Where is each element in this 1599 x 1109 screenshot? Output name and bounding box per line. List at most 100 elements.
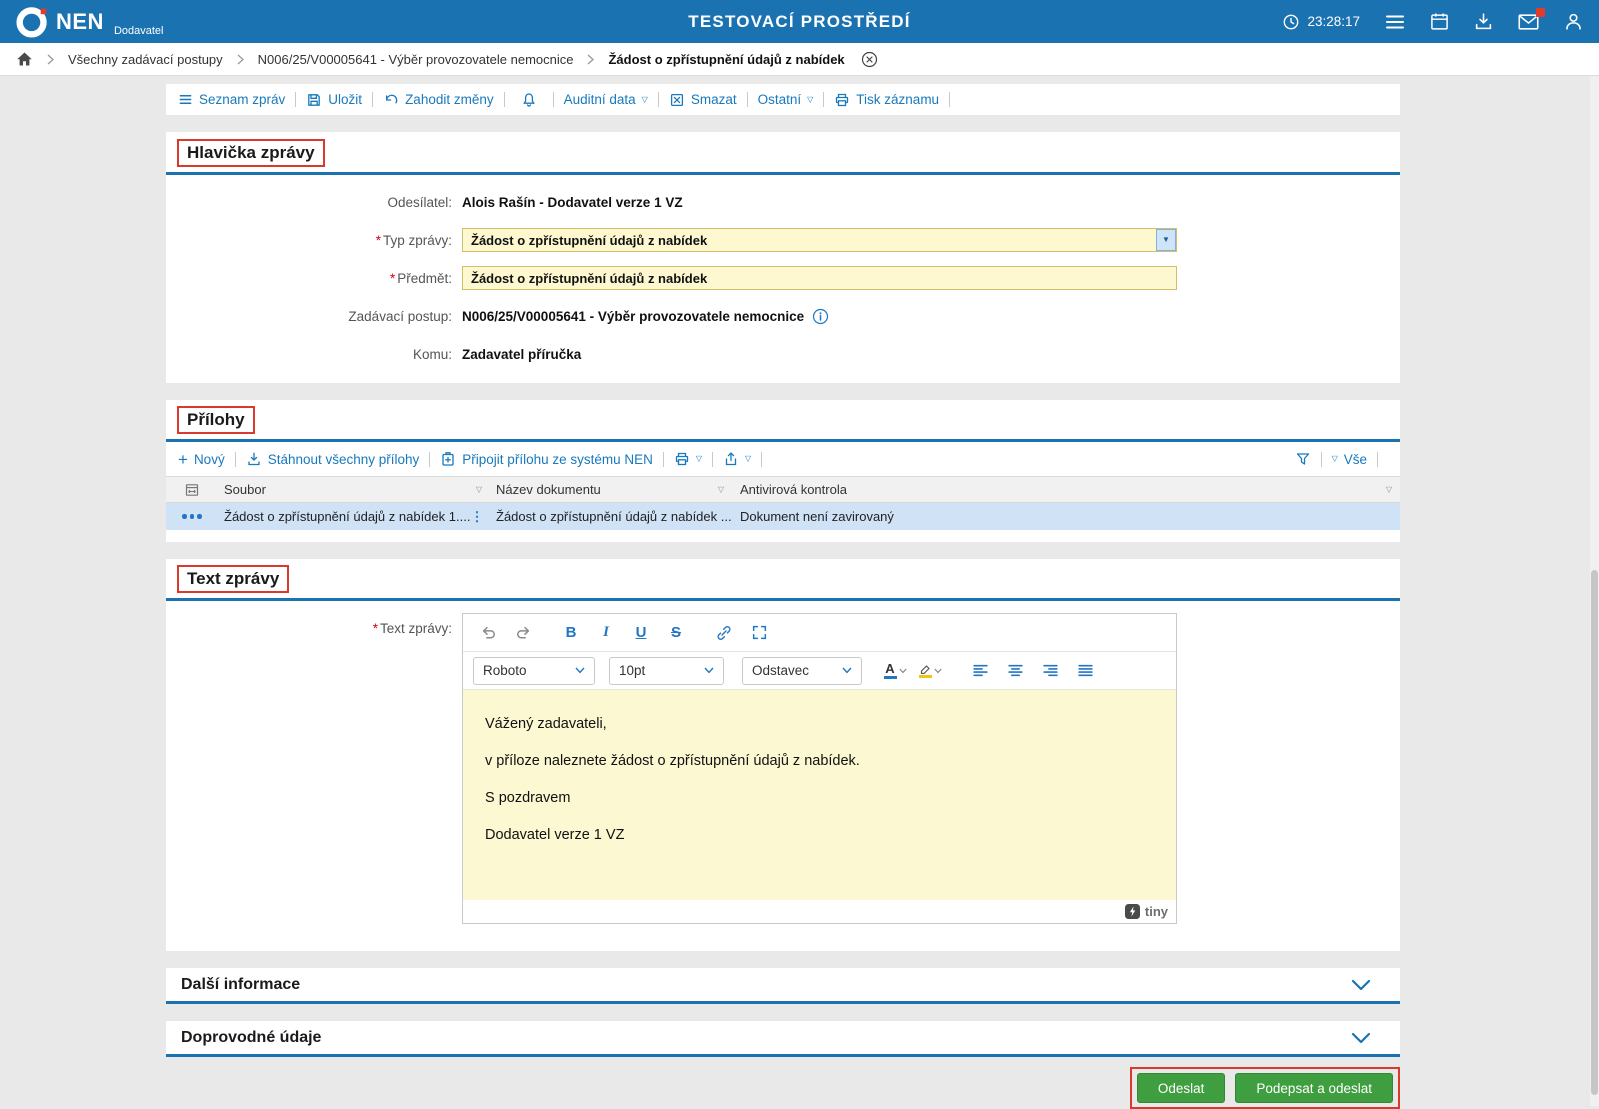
column-header-document-name[interactable]: Název dokumentu ▽	[488, 482, 732, 497]
sign-and-send-button[interactable]: Podepsat a odeslat	[1235, 1073, 1393, 1103]
message-type-select[interactable]: Žádost o zpřístupnění údajů z nabídek ▼	[462, 228, 1177, 252]
align-justify-icon	[1077, 664, 1093, 677]
redo-button[interactable]	[508, 619, 538, 647]
column-chooser-icon	[185, 483, 199, 496]
nen-logo[interactable]: NEN Dodavatel	[16, 5, 164, 38]
section-attachments: Přílohy + Nový Stáhnout všechny přílohy	[166, 400, 1400, 542]
breadcrumb-item-procedure[interactable]: N006/25/V00005641 - Výběr provozovatele …	[258, 52, 574, 67]
breadcrumb-item-all-procedures[interactable]: Všechny zadávací postupy	[68, 52, 223, 67]
print-record-button[interactable]: Tisk záznamu	[834, 92, 939, 108]
discard-changes-button[interactable]: Zahodit změny	[383, 92, 494, 108]
attach-from-system-button[interactable]: Připojit přílohu ze systému NEN	[440, 451, 653, 467]
section-title: Další informace	[181, 975, 301, 993]
annotation-box: Hlavička zprávy	[177, 139, 325, 167]
column-filter-icon[interactable]: ▽	[1386, 485, 1392, 494]
scrollbar-thumb[interactable]	[1591, 570, 1598, 1095]
print-attachments-button[interactable]: ▽	[674, 451, 702, 467]
column-filter-icon[interactable]: ▽	[718, 485, 724, 494]
underline-button[interactable]: U	[626, 619, 656, 647]
download-all-attachments-button[interactable]: Stáhnout všechny přílohy	[246, 451, 419, 467]
procedure-info-button[interactable]	[812, 308, 829, 325]
other-actions-button[interactable]: Ostatní ▽	[758, 92, 814, 107]
expand-chevron-icon[interactable]	[1351, 979, 1371, 991]
strikethrough-button[interactable]: S	[661, 619, 691, 647]
font-family-select[interactable]: Roboto	[473, 656, 595, 685]
column-filter-icon[interactable]: ▽	[476, 485, 482, 494]
audit-data-button[interactable]: Auditní data ▽	[564, 92, 648, 107]
form-row-procedure: Zadávací postup: N006/25/V00005641 - Výb…	[166, 304, 1400, 328]
delete-button[interactable]: Smazat	[669, 92, 737, 108]
new-attachment-button[interactable]: + Nový	[178, 451, 225, 468]
delete-record-icon	[670, 93, 683, 106]
align-justify-button[interactable]	[1070, 657, 1100, 685]
message-list-button[interactable]: Seznam zpráv	[178, 92, 285, 107]
font-color-button[interactable]: A	[880, 657, 910, 685]
message-paragraph: Dodavatel verze 1 VZ	[485, 827, 625, 843]
form-row-message-type: * Typ zprávy: Žádost o zpřístupnění údajů…	[166, 228, 1400, 252]
printer-icon	[675, 452, 689, 466]
sender-label: Odesílatel:	[387, 194, 452, 210]
form-row-subject: * Předmět: Žádost o zpřístupnění údajů z …	[166, 266, 1400, 290]
breadcrumb-separator	[47, 54, 54, 65]
select-arrow-button[interactable]: ▼	[1156, 229, 1176, 251]
home-button[interactable]	[16, 51, 33, 67]
expand-chevron-icon[interactable]	[1351, 1032, 1371, 1044]
breadcrumb-separator	[587, 54, 595, 65]
filter-preset-select[interactable]: ▽ Vše	[1332, 452, 1367, 467]
main-menu-button[interactable]	[1385, 13, 1405, 31]
close-record-button[interactable]	[861, 51, 878, 68]
share-icon	[725, 452, 737, 466]
block-format-select[interactable]: Odstavec	[742, 656, 862, 685]
export-attachments-button[interactable]: ▽	[723, 451, 751, 467]
attachments-table-header: Soubor ▽ Název dokumentu ▽ Antivirová ko…	[166, 476, 1400, 503]
downloads-button[interactable]	[1474, 12, 1493, 31]
align-center-icon	[1007, 664, 1023, 677]
undo-button[interactable]	[473, 619, 503, 647]
chevron-down-icon	[933, 668, 942, 673]
message-paragraph: Vážený zadavateli,	[485, 716, 607, 732]
editor-content-area[interactable]: Vážený zadavateli, v příloze naleznete ž…	[463, 690, 1176, 900]
form-row-sender: Odesílatel: Alois Rašín - Dodavatel verz…	[166, 190, 1400, 214]
message-paragraph: v příloze naleznete žádost o zpřístupněn…	[485, 753, 860, 769]
align-right-button[interactable]	[1035, 657, 1065, 685]
section-more-information[interactable]: Další informace	[166, 968, 1400, 1004]
required-star: *	[389, 270, 396, 286]
session-clock: 23:28:17	[1282, 13, 1360, 31]
column-header-file[interactable]: Soubor ▽	[218, 482, 488, 497]
info-icon	[813, 308, 829, 324]
subject-input[interactable]: Žádost o zpřístupnění údajů z nabídek	[462, 266, 1177, 290]
user-profile-button[interactable]	[1564, 12, 1583, 31]
send-button[interactable]: Odeslat	[1136, 1073, 1226, 1103]
notifications-button[interactable]	[515, 92, 543, 108]
procedure-value: N006/25/V00005641 - Výběr provozovatele …	[462, 308, 805, 324]
row-menu-icon[interactable]: ⋮	[470, 510, 483, 523]
row-actions-button[interactable]	[182, 514, 202, 519]
font-color-icon: A	[883, 662, 897, 679]
table-row[interactable]: Žádost o zpřístupnění údajů z nabídek 1.…	[166, 503, 1400, 530]
italic-button[interactable]: I	[591, 619, 621, 647]
messages-button[interactable]	[1518, 7, 1545, 31]
highlight-color-button[interactable]	[915, 657, 945, 685]
font-size-select[interactable]: 10pt	[609, 656, 724, 685]
vertical-scrollbar[interactable]	[1590, 76, 1599, 1106]
fullscreen-button[interactable]	[744, 619, 774, 647]
calendar-icon	[1431, 13, 1448, 30]
row-document-name: Žádost o zpřístupnění údajů z nabídek ..…	[496, 509, 732, 524]
insert-link-button[interactable]	[709, 619, 739, 647]
section-title: Text zprávy	[187, 569, 280, 588]
column-header-antivirus[interactable]: Antivirová kontrola ▽	[732, 482, 1400, 497]
save-button[interactable]: Uložit	[306, 92, 362, 108]
align-left-button[interactable]	[965, 657, 995, 685]
row-file-name[interactable]: Žádost o zpřístupnění údajů z nabídek 1.…	[224, 509, 470, 524]
calendar-button[interactable]	[1430, 12, 1449, 31]
environment-title: TESTOVACÍ PROSTŘEDÍ	[688, 11, 911, 31]
section-accompanying-data[interactable]: Doprovodné údaje	[166, 1021, 1400, 1057]
column-chooser-button[interactable]	[184, 482, 200, 498]
align-center-button[interactable]	[1000, 657, 1030, 685]
list-icon	[179, 95, 192, 104]
hamburger-icon	[1386, 15, 1404, 28]
filter-button[interactable]	[1295, 451, 1311, 467]
clock-icon	[1284, 14, 1299, 29]
bold-button[interactable]: B	[556, 619, 586, 647]
person-icon	[1566, 13, 1581, 30]
